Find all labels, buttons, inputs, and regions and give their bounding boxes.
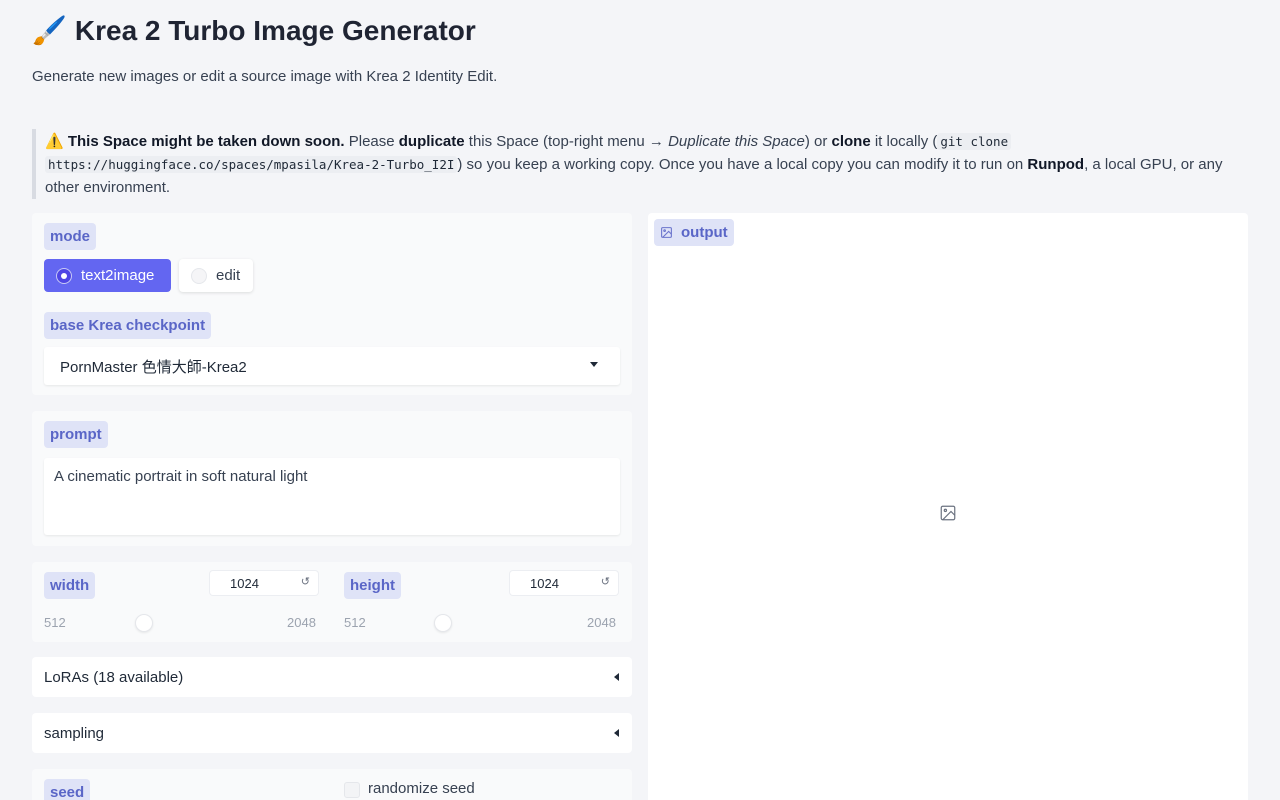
notice-clone: clone xyxy=(831,133,871,150)
width-value: 1024 xyxy=(230,575,259,591)
checkpoint-value: PornMaster 色情大師-Krea2 xyxy=(60,358,247,376)
output-panel: output xyxy=(648,213,1248,800)
radio-unselected-icon xyxy=(191,267,207,284)
caret-left-icon xyxy=(614,729,619,737)
mode-label: mode xyxy=(44,223,97,250)
width-label: width xyxy=(44,572,96,599)
width-input[interactable]: 1024 ↺ xyxy=(210,571,318,595)
caret-left-icon xyxy=(614,673,619,681)
notice-text-3: ) or xyxy=(804,133,832,150)
height-max: 2048 xyxy=(587,615,616,630)
randomize-seed-checkbox[interactable] xyxy=(344,782,360,798)
notice-text-2: this Space (top-right menu → xyxy=(464,133,669,150)
prompt-label: prompt xyxy=(44,421,108,448)
checkpoint-label: base Krea checkpoint xyxy=(44,312,212,339)
height-reset-icon[interactable]: ↺ xyxy=(601,575,610,588)
notice-duplicate: duplicate xyxy=(398,133,465,150)
size-panel: width 1024 ↺ 512 2048 height 1024 ↺ 512 … xyxy=(32,562,632,642)
width-reset-icon[interactable]: ↺ xyxy=(301,575,310,588)
width-max: 2048 xyxy=(287,615,316,630)
prompt-panel: prompt A cinematic portrait in soft natu… xyxy=(32,411,632,546)
notice-text-4: it locally ( xyxy=(870,133,938,150)
sampling-accordion[interactable]: sampling xyxy=(32,713,632,753)
notice-code-git: git clone xyxy=(937,133,1012,150)
loras-label: LoRAs (18 available) xyxy=(44,668,184,686)
seed-label: seed xyxy=(44,779,91,800)
paintbrush-icon: 🖌️ xyxy=(32,15,67,46)
notice-text-5: ) so you keep a working copy. Once you h… xyxy=(457,156,1028,173)
page-subtitle: Generate new images or edit a source ima… xyxy=(32,68,498,85)
radio-selected-icon xyxy=(56,267,72,284)
image-icon xyxy=(661,227,672,238)
notice-lead: This Space might be taken down soon. xyxy=(67,133,345,150)
width-min: 512 xyxy=(44,615,66,630)
notice-text-1: Please xyxy=(344,133,399,150)
height-label: height xyxy=(344,572,401,599)
mode-option-label: edit xyxy=(216,267,241,284)
notice-runpod: Runpod xyxy=(1027,156,1085,173)
image-placeholder-icon xyxy=(940,505,956,521)
height-min: 512 xyxy=(344,615,366,630)
page-title: 🖌️ Krea 2 Turbo Image Generator xyxy=(32,14,476,47)
warning-icon: ⚠️ xyxy=(45,133,64,150)
height-value: 1024 xyxy=(530,575,559,591)
loras-accordion[interactable]: LoRAs (18 available) xyxy=(32,657,632,697)
seed-panel: seed randomize seed xyxy=(32,769,632,800)
height-slider-thumb[interactable] xyxy=(434,614,452,632)
notice-code-url: https://huggingface.co/spaces/mpasila/Kr… xyxy=(45,156,458,173)
output-label: output xyxy=(681,224,728,241)
page-title-text: Krea 2 Turbo Image Generator xyxy=(74,14,476,46)
checkpoint-dropdown[interactable]: PornMaster 色情大師-Krea2 xyxy=(44,347,620,385)
randomize-seed-label: randomize seed xyxy=(368,780,475,797)
mode-radio-edit[interactable]: edit xyxy=(179,259,253,292)
takedown-notice: ⚠️ This Space might be taken down soon. … xyxy=(32,129,1248,199)
notice-duplicate-menu: Duplicate this Space xyxy=(668,133,805,150)
sampling-label: sampling xyxy=(44,724,105,742)
mode-option-label: text2image xyxy=(81,267,155,284)
width-slider-thumb[interactable] xyxy=(135,614,153,632)
mode-checkpoint-panel: mode text2image edit base Krea checkpoin… xyxy=(32,213,632,395)
height-input[interactable]: 1024 ↺ xyxy=(510,571,618,595)
prompt-textarea[interactable]: A cinematic portrait in soft natural lig… xyxy=(44,458,620,535)
mode-radio-text2image[interactable]: text2image xyxy=(44,259,171,292)
output-label-chip: output xyxy=(654,219,734,246)
chevron-down-icon xyxy=(590,362,598,367)
